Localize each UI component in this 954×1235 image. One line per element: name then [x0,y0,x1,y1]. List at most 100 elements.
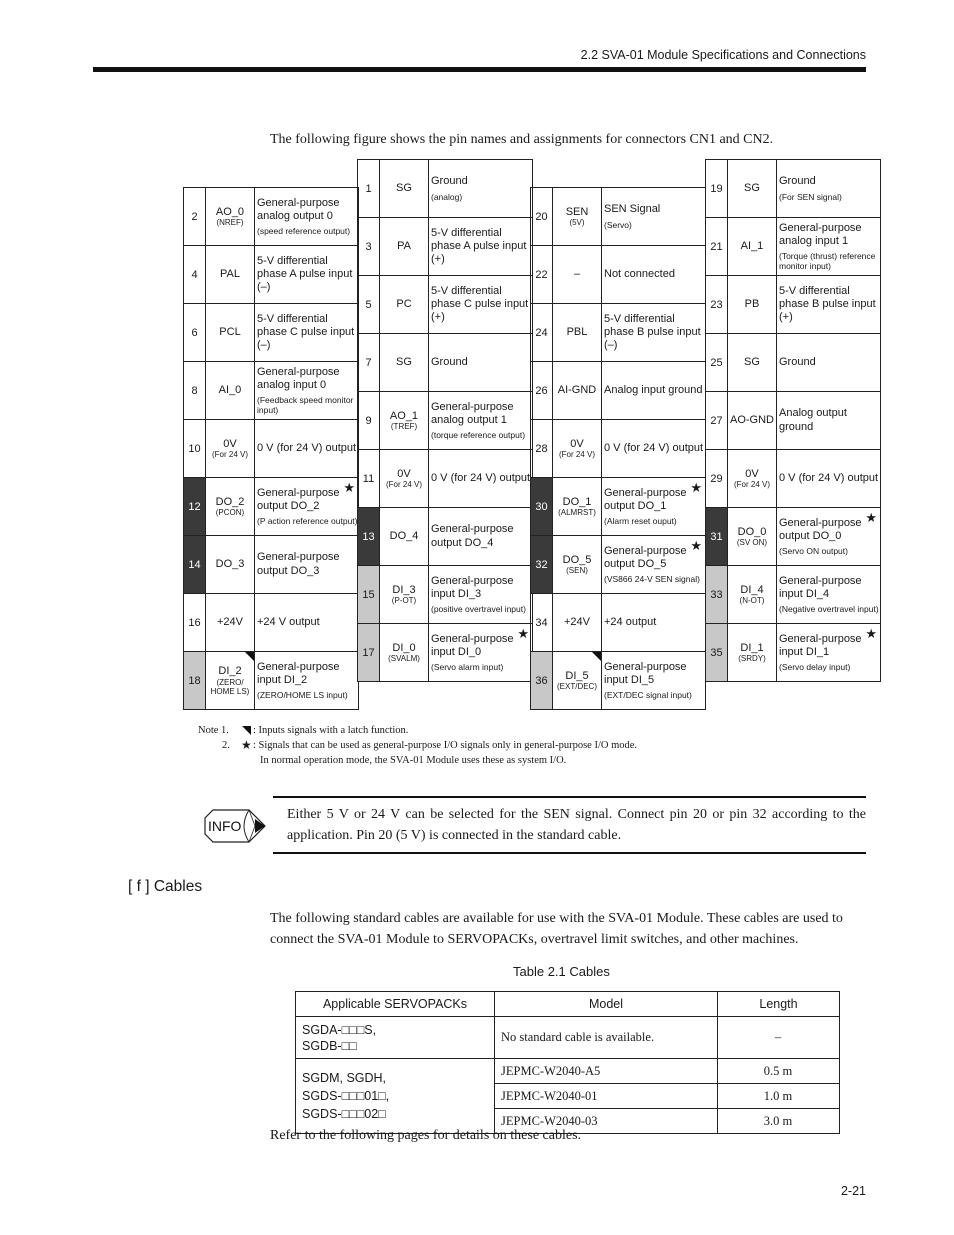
signal-description-cell: Not connected [601,245,706,304]
signal-name-cell: AO_1 (TREF) [379,391,429,450]
signal-description-cell: 0 V (for 24 V) output [254,419,359,478]
servopack-name: SGDM, SGDH, [302,1071,387,1085]
signal-note: (speed reference output) [257,226,351,237]
length-cell: – [717,1016,840,1059]
signal-alias: (For 24 V) [733,480,770,490]
model-cell: JEPMC-W2040-A5 [494,1058,718,1084]
signal-name: SG [744,356,760,369]
signal-name-cell: PC [379,275,429,334]
signal-description: 0 V (for 24 V) output [431,471,531,484]
signal-alias: (For 24 V) [385,480,422,490]
signal-name: DI_0 [392,641,416,654]
star-icon: ★ [865,626,877,641]
signal-name-cell: AO_0 (NREF) [205,187,255,246]
signal-description-cell: 5-V differential phase A pulse input (–) [254,245,359,304]
pin-row: 12 DO_2 (PCON) General-purpose output DO_2(… [183,477,359,536]
signal-name: DO_3 [215,558,245,571]
star-icon: ★ [517,626,529,641]
signal-name-cell: PAL [205,245,255,304]
signal-name-cell: DO_5 (SEN) [552,535,602,594]
pin-row: 17 DI_0 (SVALM) General-purpose input DI_0(… [357,623,533,682]
column-header: Applicable SERVOPACKs [295,991,495,1017]
signal-description: 5-V differential phase A pulse input (+) [431,226,527,266]
signal-name-cell: PB [727,275,777,334]
model-cell: JEPMC-W2040-01 [494,1083,718,1109]
pin-row: 21 AI_1 General-purpose analog input 1 (Tor… [705,217,881,276]
signal-description: 5-V differential phase B pulse input (+) [779,284,876,324]
cables-table: Applicable SERVOPACKs Model Length SGDA-… [295,991,840,1134]
signal-alias: (For 24 V) [558,450,595,460]
pin-row: 23 PB 5-V differential phase B pulse input… [705,275,881,334]
signal-name-cell: 0V (For 24 V) [727,449,777,508]
signal-note: (Servo alarm input) [431,662,504,673]
pin-number: 8 [183,361,206,420]
signal-alias: (5V) [569,218,585,228]
signal-name-cell: +24V [552,593,602,652]
pin-number: 11 [357,449,380,508]
signal-name-cell: PBL [552,303,602,362]
signal-description-cell: 5-V differential phase B pulse input (–) [601,303,706,362]
signal-name-cell: 0V (For 24 V) [379,449,429,508]
pin-row: 20 SEN (5V) SEN Signal (Servo) [530,187,706,246]
svg-text:INFO: INFO [208,818,242,834]
signal-description-cell: General-purpose analog input 0 (Feedback … [254,361,359,420]
table-caption: Table 2.1 Cables [513,964,610,979]
signal-name: DI_3 [392,583,416,596]
signal-note: (positive overtravel input) [431,604,526,615]
signal-note: (analog) [431,191,463,202]
model-cell: No standard cable is available. [494,1016,718,1059]
signal-name: 0V [745,467,759,480]
pin-number: 1 [357,159,380,218]
signal-description: Ground [431,175,468,188]
signal-description: General-purpose output DO_3 [257,551,340,577]
signal-description-cell: General-purpose output DO_2 (P action ref… [254,477,359,536]
star-icon: ★ [343,480,355,495]
pin-row: 22 – Not connected [530,245,706,304]
signal-description: General-purpose input DI_4 [779,574,862,600]
column-header: Length [717,991,840,1017]
section-paragraph: The following standard cables are availa… [270,911,843,947]
signal-description: General-purpose input DI_5 [604,660,687,686]
signal-name: SG [396,356,412,369]
signal-note: (Feedback speed monitor input) [257,395,354,416]
signal-name: DI_4 [740,583,764,596]
signal-name: PCL [219,326,241,339]
signal-name: 0V [397,467,411,480]
pin-row: 29 0V (For 24 V) 0 V (for 24 V) output [705,449,881,508]
pin-row: 13 DO_4 General-purpose output DO_4 [357,507,533,566]
signal-name: 0V [223,437,237,450]
star-icon: ★ [865,510,877,525]
signal-name-cell: SEN (5V) [552,187,602,246]
signal-description-cell: Ground (analog) [428,159,533,218]
signal-name: DI_1 [740,641,764,654]
pin-row: 31 DO_0 (SV ON) General-purpose output DO_0… [705,507,881,566]
signal-description-cell: General-purpose input DI_0 (Servo alarm i… [428,623,533,682]
signal-alias: (ZERO/ HOME LS) [210,677,250,696]
signal-description: 0 V (for 24 V) output [779,471,879,484]
signal-name-cell: DI_4 (N-OT) [727,565,777,624]
signal-alias: (P-OT) [391,596,417,606]
signal-description-cell: 0 V (for 24 V) output [776,449,881,508]
servopack-name: SGDS-□□□01□, [302,1089,390,1103]
signal-name: DI_2 [218,664,242,677]
signal-name: AO_1 [389,409,419,422]
note-number-2: 2. [222,740,230,751]
latch-triangle-icon [242,726,251,735]
signal-description-cell: Analog output ground [776,391,881,450]
latch-triangle-icon [245,652,254,661]
servopack-name: SGDA-□□□S, [302,1022,377,1037]
signal-description-cell: 5-V differential phase B pulse input (+) [776,275,881,334]
signal-note: (Alarm reset ouput) [604,516,677,527]
signal-name: DO_5 [562,553,592,566]
servopack-name: SGDB-□□ [302,1038,357,1053]
signal-description: +24 V output [257,615,320,628]
signal-description-cell: SEN Signal (Servo) [601,187,706,246]
signal-name: PB [744,298,760,311]
signal-name-cell: DO_1 (ALMRST) [552,477,602,536]
pin-row: 24 PBL 5-V differential phase B pulse inpu… [530,303,706,362]
signal-note: (ZERO/HOME LS input) [257,690,348,701]
signal-description: Analog output ground [779,407,847,433]
pin-row: 16 +24V +24 V output [183,593,359,652]
signal-note: (Servo delay input) [779,662,851,673]
star-icon: ★ [690,538,702,553]
